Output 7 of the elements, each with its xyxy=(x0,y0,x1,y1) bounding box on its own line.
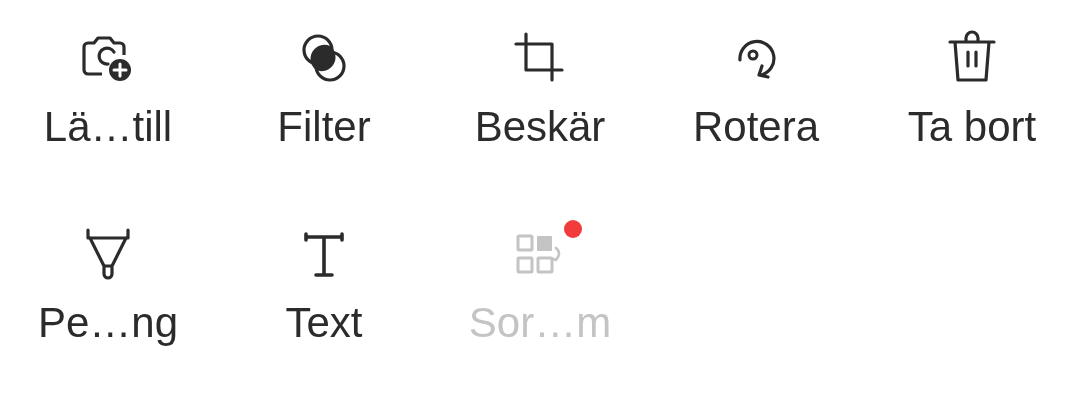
tool-button[interactable]: Lä…till xyxy=(0,6,216,202)
tool-button[interactable]: Filter xyxy=(216,6,432,202)
tool-button[interactable]: Text xyxy=(216,202,432,398)
tool-button[interactable]: Rotera xyxy=(648,6,864,202)
tool-button[interactable]: Ta bort xyxy=(864,6,1080,202)
tool-button[interactable]: Pe…ng xyxy=(0,202,216,398)
tool-button[interactable]: Beskär xyxy=(432,6,648,202)
